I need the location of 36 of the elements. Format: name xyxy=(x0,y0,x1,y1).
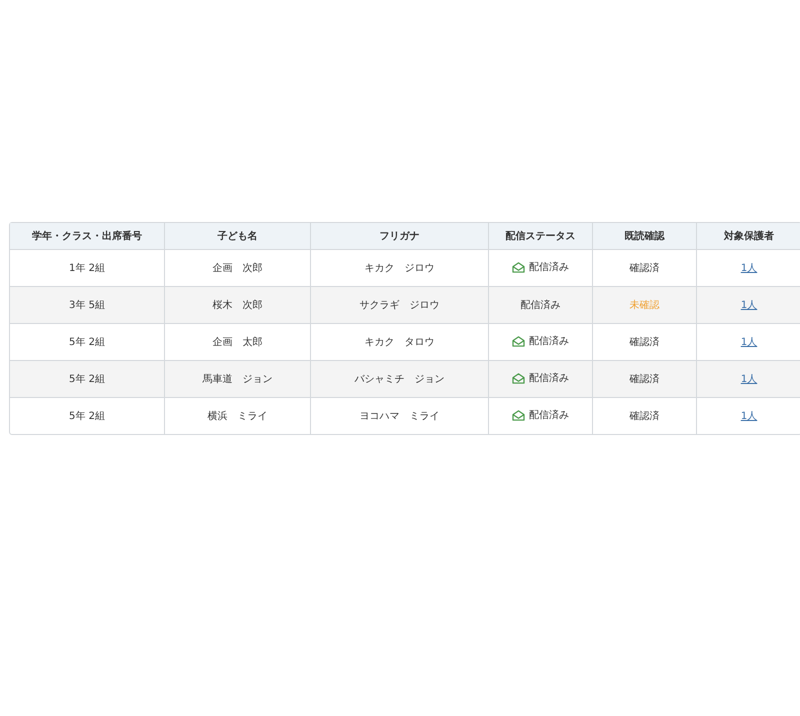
class-text: 5年 2組 xyxy=(69,374,105,385)
read-status: 確認済 xyxy=(630,411,660,422)
read-status: 確認済 xyxy=(630,337,660,348)
column-header: 学年・クラス・出席番号 xyxy=(10,223,165,250)
furigana-text: サクラギ ジロウ xyxy=(360,300,440,311)
status-text: 配信済み xyxy=(520,298,560,312)
child-name: 企画 太郎 xyxy=(212,337,262,348)
class-text: 5年 2組 xyxy=(69,411,105,422)
guardian-link[interactable]: 1人 xyxy=(740,300,758,311)
class-text: 1年 2組 xyxy=(69,263,105,274)
column-header: 対象保護者 xyxy=(697,223,800,250)
guardian-link[interactable]: 1人 xyxy=(740,263,758,274)
status-text: 配信済み xyxy=(529,372,569,386)
guardian-link[interactable]: 1人 xyxy=(740,337,758,348)
child-name: 桜木 次郎 xyxy=(212,300,262,311)
read-status: 未確認 xyxy=(630,300,660,311)
furigana-text: キカク タロウ xyxy=(364,337,434,348)
guardian-link[interactable]: 1人 xyxy=(740,374,758,385)
child-name: 横浜 ミライ xyxy=(208,411,268,422)
status-text: 配信済み xyxy=(529,408,569,422)
column-header: 子ども名 xyxy=(165,223,311,250)
read-status: 確認済 xyxy=(630,263,660,274)
status-text: 配信済み xyxy=(529,260,569,274)
guardian-link[interactable]: 1人 xyxy=(740,411,758,422)
furigana-text: バシャミチ ジョン xyxy=(354,374,444,385)
child-name: 企画 次郎 xyxy=(212,263,262,274)
status-text: 配信済み xyxy=(529,334,569,348)
child-name: 馬車道 ジョン xyxy=(202,374,272,385)
furigana-text: キカク ジロウ xyxy=(364,263,434,274)
class-text: 3年 5組 xyxy=(69,300,105,311)
read-status: 確認済 xyxy=(630,374,660,385)
class-text: 5年 2組 xyxy=(69,337,105,348)
column-header: フリガナ xyxy=(311,223,489,250)
furigana-text: ヨコハマ ミライ xyxy=(360,411,440,422)
column-header: 配信ステータス xyxy=(489,223,593,250)
column-header: 既読確認 xyxy=(593,223,697,250)
